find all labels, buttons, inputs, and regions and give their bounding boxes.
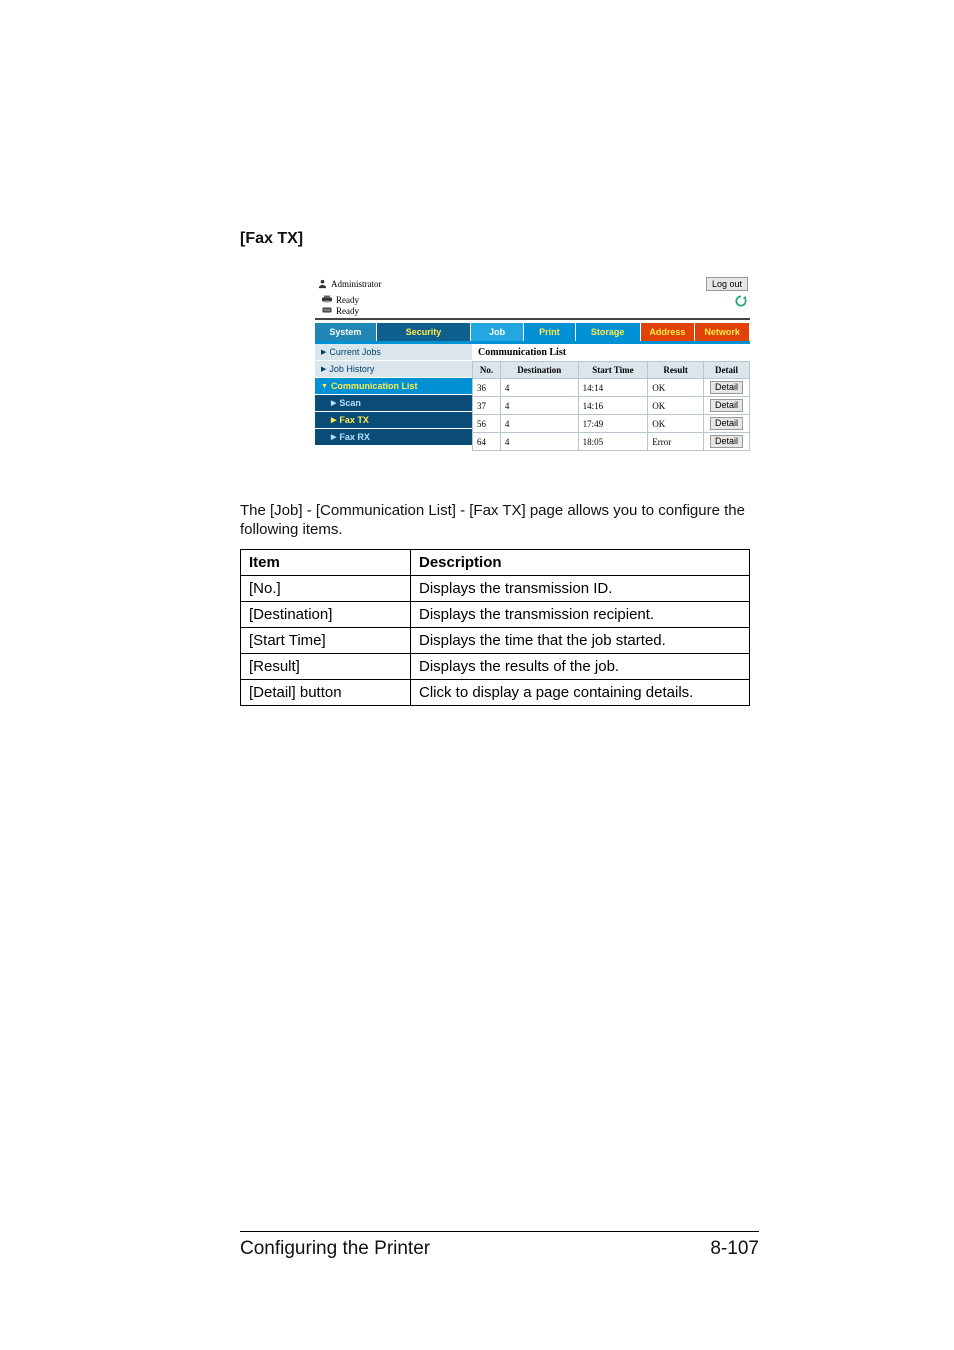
header-description: Description: [411, 550, 750, 576]
desccell: Displays the transmission ID.: [411, 576, 750, 602]
admin-label: Administrator: [317, 278, 382, 291]
itemcell: [Start Time]: [241, 628, 411, 654]
status-1-text: Ready: [336, 295, 359, 305]
user-icon: [317, 278, 328, 291]
itemcell: [Destination]: [241, 602, 411, 628]
col-detail: Detail: [704, 362, 750, 379]
app-screenshot: Administrator Log out Ready: [315, 276, 750, 451]
cell-start-time: 14:16: [578, 397, 648, 415]
table-row: 64 4 18:05 Error Detail: [473, 433, 750, 451]
cell-no: 37: [473, 397, 501, 415]
cell-result: OK: [648, 415, 704, 433]
table-row: 56 4 17:49 OK Detail: [473, 415, 750, 433]
sidebar-item-fax-tx[interactable]: Fax TX: [315, 412, 472, 429]
cell-result: Error: [648, 433, 704, 451]
table-row: [Destination] Displays the transmission …: [241, 602, 750, 628]
sidebar-item-job-history[interactable]: Job History: [315, 361, 472, 378]
desccell: Click to display a page containing detai…: [411, 680, 750, 706]
status-2-text: Ready: [336, 306, 359, 316]
footer-left: Configuring the Printer: [240, 1238, 430, 1260]
cell-destination: 4: [500, 379, 578, 397]
item-description-table: Item Description [No.] Displays the tran…: [240, 549, 750, 706]
communication-list-table: No. Destination Start Time Result Detail…: [472, 361, 750, 451]
tab-storage[interactable]: Storage: [576, 323, 641, 341]
cell-start-time: 17:49: [578, 415, 648, 433]
desccell: Displays the transmission recipient.: [411, 602, 750, 628]
col-result: Result: [648, 362, 704, 379]
table-row: [Result] Displays the results of the job…: [241, 654, 750, 680]
cell-start-time: 18:05: [578, 433, 648, 451]
detail-button[interactable]: Detail: [710, 399, 743, 412]
sidebar-item-comm-list[interactable]: Communication List: [315, 378, 472, 395]
tab-security[interactable]: Security: [377, 323, 472, 341]
page-footer: Configuring the Printer 8-107: [240, 1231, 759, 1260]
cell-destination: 4: [500, 397, 578, 415]
tab-system[interactable]: System: [315, 323, 377, 341]
cell-no: 56: [473, 415, 501, 433]
cell-destination: 4: [500, 433, 578, 451]
table-row: 36 4 14:14 OK Detail: [473, 379, 750, 397]
table-row: 37 4 14:16 OK Detail: [473, 397, 750, 415]
tab-job[interactable]: Job: [471, 323, 524, 341]
desccell: Displays the results of the job.: [411, 654, 750, 680]
sidebar-item-current-jobs[interactable]: Current Jobs: [315, 344, 472, 361]
detail-button[interactable]: Detail: [710, 435, 743, 448]
col-no: No.: [473, 362, 501, 379]
cell-result: OK: [648, 379, 704, 397]
cell-start-time: 14:14: [578, 379, 648, 397]
table-row: [Start Time] Displays the time that the …: [241, 628, 750, 654]
footer-right: 8-107: [710, 1238, 759, 1260]
tab-address[interactable]: Address: [641, 323, 696, 341]
cell-destination: 4: [500, 415, 578, 433]
primary-tabs: System Security Job Print Storage Addres…: [315, 323, 750, 341]
col-start-time: Start Time: [578, 362, 648, 379]
cell-no: 64: [473, 433, 501, 451]
refresh-icon[interactable]: [734, 294, 748, 308]
page-heading: [Fax TX]: [240, 230, 750, 248]
tab-print[interactable]: Print: [524, 323, 576, 341]
header-item: Item: [241, 550, 411, 576]
logout-button[interactable]: Log out: [706, 277, 748, 291]
itemcell: [No.]: [241, 576, 411, 602]
admin-text: Administrator: [331, 279, 382, 289]
cell-result: OK: [648, 397, 704, 415]
body-paragraph: The [Job] - [Communication List] - [Fax …: [240, 501, 750, 539]
detail-button[interactable]: Detail: [710, 417, 743, 430]
cell-no: 36: [473, 379, 501, 397]
panel-title: Communication List: [472, 344, 750, 361]
tab-network[interactable]: Network: [695, 323, 750, 341]
table-row: [Detail] button Click to display a page …: [241, 680, 750, 706]
sidebar-item-fax-rx[interactable]: Fax RX: [315, 429, 472, 446]
desccell: Displays the time that the job started.: [411, 628, 750, 654]
detail-button[interactable]: Detail: [710, 381, 743, 394]
table-row: [No.] Displays the transmission ID.: [241, 576, 750, 602]
itemcell: [Detail] button: [241, 680, 411, 706]
col-destination: Destination: [500, 362, 578, 379]
scanner-icon: [321, 305, 333, 317]
sidebar: Current Jobs Job History Communication L…: [315, 344, 472, 451]
sidebar-item-scan[interactable]: Scan: [315, 395, 472, 412]
itemcell: [Result]: [241, 654, 411, 680]
